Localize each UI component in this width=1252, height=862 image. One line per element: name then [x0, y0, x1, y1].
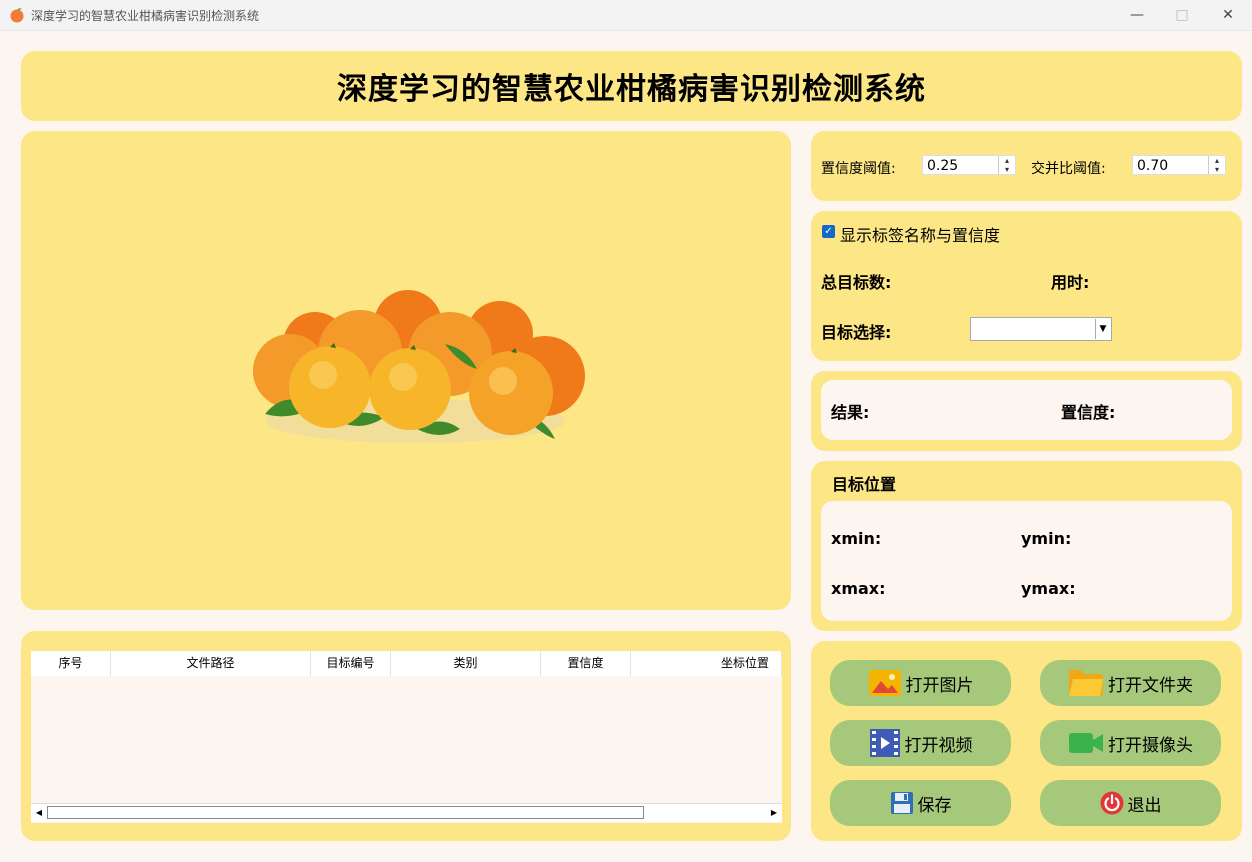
open-camera-label: 打开摄像头 [1108, 735, 1193, 756]
column-header-file-path[interactable]: 文件路径 [111, 651, 311, 676]
conf-threshold-value: 0.25 [927, 158, 959, 174]
column-header-index[interactable]: 序号 [31, 651, 111, 676]
open-video-button[interactable]: 打开视频 [830, 720, 1011, 766]
video-icon [869, 729, 900, 757]
position-card: xmin: ymin: xmax: ymax: [821, 501, 1232, 621]
spin-arrows-icon[interactable]: ▴ ▾ [1208, 156, 1225, 174]
confidence-label: 置信度: [1061, 403, 1116, 422]
column-header-class[interactable]: 类别 [391, 651, 541, 676]
results-table-panel: 序号 文件路径 目标编号 类别 置信度 坐标位置 ◀ ▶ [21, 631, 791, 841]
xmax-label: xmax: [831, 579, 886, 598]
show-label-checkbox[interactable]: ✓ [822, 225, 835, 238]
save-label: 保存 [917, 795, 952, 816]
open-camera-button[interactable]: 打开摄像头 [1040, 720, 1221, 766]
camera-icon [1069, 733, 1103, 753]
exit-button[interactable]: 退出 [1040, 780, 1221, 826]
target-position-title: 目标位置 [832, 475, 897, 494]
page-title: 深度学习的智慧农业柑橘病害识别检测系统 [337, 72, 926, 107]
image-display-panel [21, 131, 791, 610]
exit-label: 退出 [1127, 795, 1162, 816]
conf-threshold-spinbox[interactable]: 0.25 ▴ ▾ [922, 155, 1016, 175]
orange-app-icon [10, 8, 24, 23]
iou-threshold-value: 0.70 [1137, 158, 1169, 174]
scrollbar-thumb[interactable] [47, 806, 644, 819]
show-label-checkbox-text[interactable]: 显示标签名称与置信度 [840, 222, 1000, 246]
result-panel: 结果: 置信度: [811, 371, 1242, 451]
result-card: 结果: 置信度: [821, 380, 1232, 440]
column-header-confidence[interactable]: 置信度 [541, 651, 631, 676]
table-header: 序号 文件路径 目标编号 类别 置信度 坐标位置 [31, 651, 782, 676]
conf-threshold-label: 置信度阈值: [821, 161, 896, 177]
scroll-right-icon[interactable]: ▶ [767, 806, 781, 820]
spin-arrows-icon[interactable]: ▴ ▾ [998, 156, 1015, 174]
action-buttons-panel: 打开图片 打开文件夹 打开视频 打开摄像头 保存 退出 [811, 641, 1242, 841]
target-position-panel: 目标位置 xmin: ymin: xmax: ymax: [811, 461, 1242, 631]
column-header-coordinates[interactable]: 坐标位置 [631, 651, 782, 676]
image-icon [868, 670, 901, 696]
target-select-dropdown[interactable]: ▼ [970, 317, 1112, 341]
open-image-button[interactable]: 打开图片 [830, 660, 1011, 706]
save-button[interactable]: 保存 [830, 780, 1011, 826]
time-used-label: 用时: [1051, 273, 1090, 292]
open-folder-button[interactable]: 打开文件夹 [1040, 660, 1221, 706]
save-disk-icon [890, 792, 913, 814]
folder-icon [1069, 670, 1103, 696]
iou-threshold-spinbox[interactable]: 0.70 ▴ ▾ [1132, 155, 1226, 175]
detection-info-panel: ✓ 显示标签名称与置信度 总目标数: 用时: 目标选择: ▼ [811, 211, 1242, 361]
open-video-label: 打开视频 [904, 735, 973, 756]
horizontal-scrollbar[interactable]: ◀ ▶ [31, 803, 782, 822]
close-button[interactable]: ✕ [1205, 0, 1251, 30]
column-header-target-id[interactable]: 目标编号 [311, 651, 391, 676]
open-image-label: 打开图片 [905, 675, 974, 696]
iou-threshold-label: 交并比阈值: [1031, 161, 1106, 177]
window-title: 深度学习的智慧农业柑橘病害识别检测系统 [31, 9, 260, 23]
oranges-image [253, 290, 585, 443]
power-icon [1100, 791, 1123, 815]
xmin-label: xmin: [831, 529, 882, 548]
maximize-button[interactable]: □ [1159, 0, 1205, 30]
window-titlebar: 深度学习的智慧农业柑橘病害识别检测系统 — □ ✕ [0, 0, 1252, 31]
total-targets-label: 总目标数: [821, 273, 892, 292]
threshold-panel: 置信度阈值: 0.25 ▴ ▾ 交并比阈值: 0.70 ▴ ▾ [811, 131, 1242, 201]
results-table[interactable]: 序号 文件路径 目标编号 类别 置信度 坐标位置 ◀ ▶ [31, 651, 782, 823]
chevron-down-icon[interactable]: ▼ [1095, 319, 1110, 339]
scroll-left-icon[interactable]: ◀ [32, 806, 46, 820]
result-label: 结果: [831, 403, 870, 422]
target-select-label: 目标选择: [821, 323, 892, 342]
ymin-label: ymin: [1021, 529, 1072, 548]
ymax-label: ymax: [1021, 579, 1076, 598]
header-panel: 深度学习的智慧农业柑橘病害识别检测系统 [21, 51, 1242, 121]
minimize-button[interactable]: — [1114, 0, 1160, 30]
open-folder-label: 打开文件夹 [1108, 675, 1193, 696]
